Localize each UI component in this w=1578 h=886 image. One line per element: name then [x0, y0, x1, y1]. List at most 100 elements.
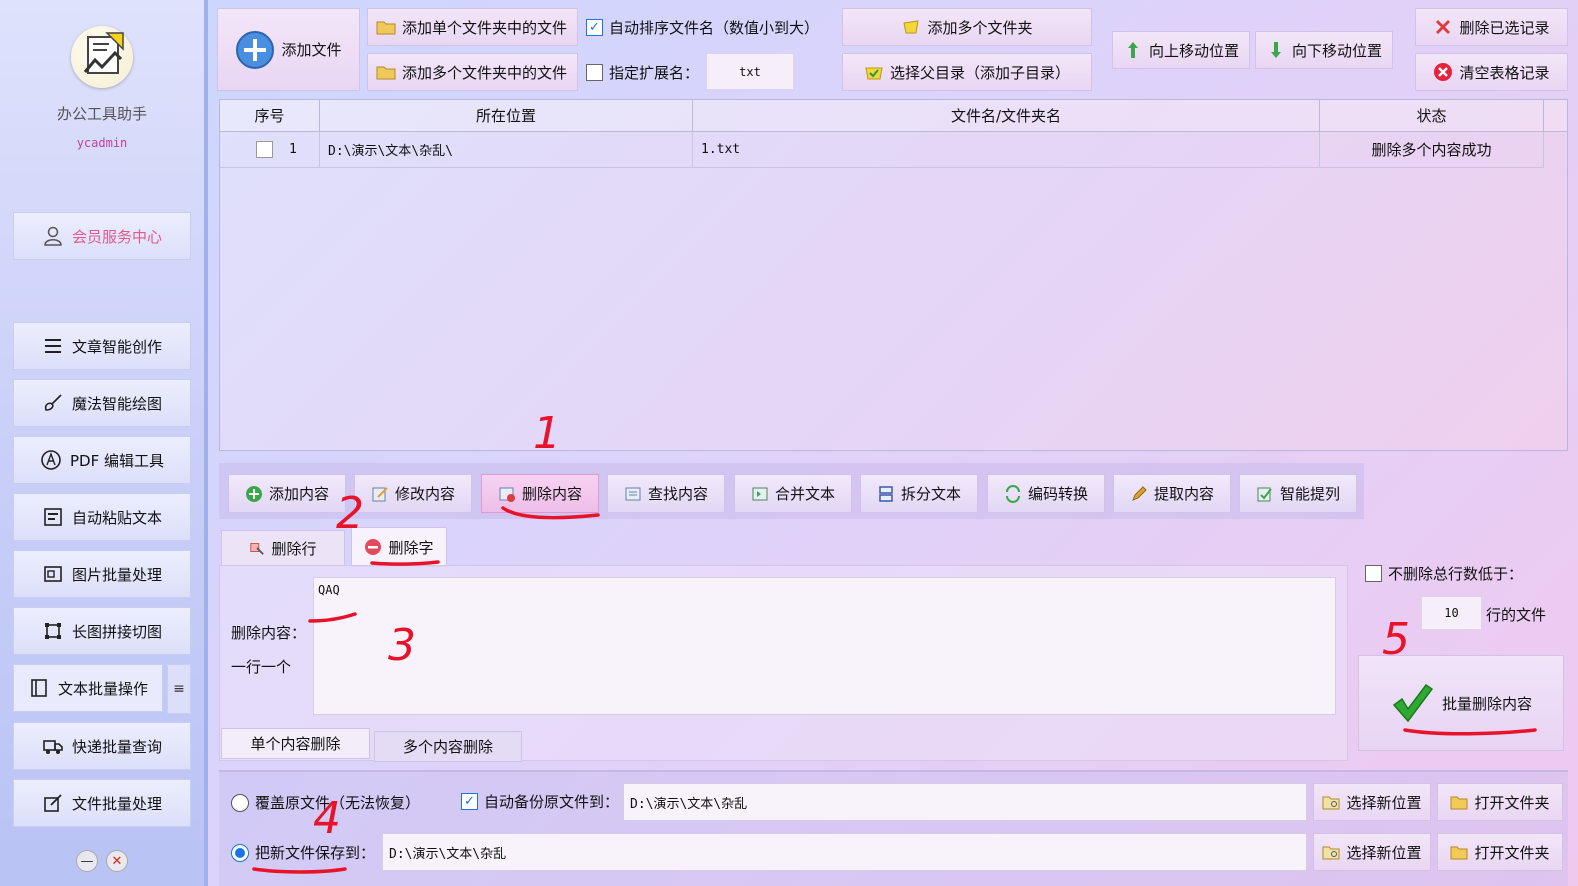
- annotation-4: 4: [313, 793, 341, 844]
- red-x-icon: [1436, 20, 1451, 34]
- add-multi-folders-label: 添加多个文件夹: [927, 18, 1033, 37]
- tab-smart-column[interactable]: 智能提列: [1239, 474, 1357, 513]
- subtab-delete-line[interactable]: 删除行: [221, 530, 345, 566]
- add-multi-folders-button[interactable]: 添加多个文件夹: [842, 8, 1092, 46]
- delete-selected-button[interactable]: 删除已选记录: [1415, 8, 1568, 46]
- tab-extract[interactable]: 提取内容: [1113, 474, 1231, 513]
- checkbox-unchecked-icon: [586, 64, 603, 81]
- paste-icon: [44, 508, 62, 526]
- subtab-label: 删除字: [388, 538, 434, 557]
- sidebar-item-label: 魔法智能绘图: [71, 394, 162, 413]
- auto-backup-checkbox[interactable]: ✓ 自动备份原文件到：: [461, 791, 619, 812]
- convert-icon: [1005, 484, 1020, 503]
- save-path-field[interactable]: D:\演示\文本\杂乱: [382, 833, 1307, 871]
- close-button[interactable]: ✕: [106, 850, 128, 872]
- add-single-folder-button[interactable]: 添加单个文件夹中的文件: [367, 8, 578, 46]
- table-cell-filename: 1.txt: [693, 132, 1320, 168]
- column-icon: [1257, 487, 1272, 501]
- sidebar-item-file-batch[interactable]: 文件批量处理: [13, 779, 191, 827]
- minus-circle-icon: [365, 539, 382, 555]
- move-down-button[interactable]: 向下移动位置: [1255, 31, 1393, 69]
- subtab-delete-char[interactable]: 删除字: [351, 527, 447, 567]
- row-checkbox[interactable]: [256, 141, 273, 158]
- clear-table-label: 清空表格记录: [1459, 63, 1550, 82]
- sidebar: 办公工具助手 ycadmin 会员服务中心 文章智能创作 魔法智能绘图 PDF …: [0, 0, 208, 886]
- clear-table-button[interactable]: 清空表格记录: [1415, 53, 1568, 91]
- table-header-filename[interactable]: 文件名/文件夹名: [693, 100, 1320, 132]
- sidebar-item-label: 文本批量操作: [57, 679, 148, 698]
- sidebar-item-image[interactable]: 图片批量处理: [13, 550, 191, 598]
- book-icon: [31, 679, 47, 697]
- tab-label: 拆分文本: [900, 485, 961, 503]
- arrow-up-icon: [1127, 42, 1138, 58]
- sidebar-item-crop[interactable]: 长图拼接切图: [13, 607, 191, 655]
- min-lines-checkbox[interactable]: 不删除总行数低于：: [1365, 563, 1523, 584]
- specify-ext-checkbox[interactable]: 指定扩展名：: [586, 62, 699, 83]
- select-parent-dir-label: 选择父目录（添加子目录）: [889, 63, 1070, 82]
- auto-sort-label: 自动排序文件名（数值小到大）: [609, 19, 820, 37]
- tab-encoding[interactable]: 编码转换: [987, 474, 1105, 513]
- table-header-location[interactable]: 所在位置: [320, 100, 693, 132]
- tab-edit-content[interactable]: 修改内容: [354, 474, 472, 513]
- sidebar-item-label: 快递批量查询: [71, 737, 162, 756]
- sidebar-item-express[interactable]: 快递批量查询: [13, 722, 191, 770]
- backup-choose-location-button[interactable]: 选择新位置: [1313, 783, 1431, 821]
- tab-delete-content[interactable]: 删除内容: [481, 474, 599, 513]
- delete-content-textarea[interactable]: QAQ: [313, 577, 1336, 715]
- sidebar-item-drawing[interactable]: 魔法智能绘图: [13, 379, 191, 427]
- save-choose-location-button[interactable]: 选择新位置: [1313, 833, 1431, 871]
- image-icon: [44, 566, 62, 582]
- tab-merge-text[interactable]: 合并文本: [734, 474, 852, 513]
- backup-path-field[interactable]: D:\演示\文本\杂乱: [623, 783, 1307, 821]
- chart-doc-icon: [83, 32, 124, 74]
- backup-open-folder-button[interactable]: 打开文件夹: [1437, 783, 1563, 821]
- save-open-folder-button[interactable]: 打开文件夹: [1437, 833, 1563, 871]
- choose-location-label: 选择新位置: [1346, 843, 1422, 862]
- table-header-index[interactable]: 序号: [220, 100, 320, 132]
- mode-single-delete[interactable]: 单个内容删除: [221, 728, 370, 759]
- plus-circle-icon: [236, 30, 275, 69]
- sidebar-item-text-batch[interactable]: 文本批量操作: [13, 664, 163, 712]
- min-lines-input[interactable]: 10: [1421, 596, 1482, 630]
- arrow-down-icon: [1270, 42, 1281, 58]
- table-cell-status: 删除多个内容成功: [1320, 132, 1544, 168]
- user-name: ycadmin: [76, 136, 128, 150]
- sidebar-item-label: 图片批量处理: [71, 565, 162, 584]
- member-center-button[interactable]: 会员服务中心: [13, 212, 191, 260]
- minimize-button[interactable]: —: [76, 850, 98, 872]
- tab-find-content[interactable]: 查找内容: [607, 474, 725, 513]
- truck-icon: [43, 740, 63, 754]
- batch-delete-button[interactable]: 批量删除内容: [1358, 655, 1564, 751]
- edit-doc-icon: [372, 486, 388, 501]
- tab-label: 合并文本: [774, 485, 835, 503]
- row-index: 1: [289, 142, 297, 157]
- move-up-button[interactable]: 向上移动位置: [1112, 31, 1250, 69]
- extension-input[interactable]: txt: [706, 53, 794, 90]
- tab-label: 提取内容: [1153, 485, 1214, 503]
- delete-line-icon: [250, 543, 265, 555]
- add-file-button[interactable]: 添加文件: [217, 8, 360, 91]
- tab-add-content[interactable]: 添加内容: [228, 474, 346, 513]
- green-check-icon: [1392, 683, 1434, 723]
- sidebar-item-article[interactable]: 文章智能创作: [13, 322, 191, 370]
- tab-split-text[interactable]: 拆分文本: [860, 474, 978, 513]
- select-parent-dir-button[interactable]: 选择父目录（添加子目录）: [842, 53, 1092, 91]
- one-per-line-label: 一行一个: [231, 658, 292, 676]
- menu-toggle-button[interactable]: ≡: [167, 664, 191, 714]
- sidebar-item-pdf[interactable]: PDF 编辑工具: [13, 436, 191, 484]
- add-file-label: 添加文件: [281, 41, 342, 59]
- add-single-folder-label: 添加单个文件夹中的文件: [402, 18, 568, 37]
- choose-location-label: 选择新位置: [1346, 793, 1422, 812]
- folder-check-icon: [865, 67, 883, 80]
- auto-sort-checkbox[interactable]: ✓ 自动排序文件名（数值小到大）: [586, 17, 819, 38]
- delete-selected-label: 删除已选记录: [1459, 18, 1550, 37]
- list-icon: [44, 339, 61, 353]
- move-up-label: 向上移动位置: [1148, 41, 1239, 60]
- mode-multi-delete[interactable]: 多个内容删除: [374, 731, 522, 762]
- table-cell-index: 1: [220, 132, 320, 168]
- add-multi-folder-files-button[interactable]: 添加多个文件夹中的文件: [367, 53, 578, 91]
- save-new-radio[interactable]: 把新文件保存到：: [231, 842, 375, 863]
- sidebar-item-paste[interactable]: 自动粘贴文本: [13, 493, 191, 541]
- folder-icon: [376, 21, 396, 35]
- table-header-status[interactable]: 状态: [1320, 100, 1544, 132]
